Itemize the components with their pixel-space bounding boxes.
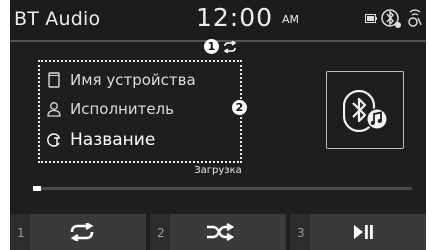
progress-bar-fill xyxy=(33,186,41,191)
callout-marker-1: 1 xyxy=(204,39,219,54)
play-pause-icon xyxy=(354,225,373,239)
clock-time: 12:00 xyxy=(196,3,274,32)
song-title-icon xyxy=(47,133,60,147)
phone-signal-icon xyxy=(408,9,422,27)
person-icon xyxy=(47,102,61,117)
phone-battery-icon xyxy=(365,14,377,23)
repeat-mode-indicator-icon xyxy=(223,41,237,53)
control-bar: 1 2 3 xyxy=(10,214,426,250)
callout-marker-2: 2 xyxy=(232,100,247,115)
clock-ampm: AM xyxy=(282,13,300,26)
device-name-text: Имя устройства xyxy=(70,71,196,89)
status-bar: BT Audio 12:00 AM xyxy=(10,0,426,40)
shuffle-icon xyxy=(207,223,234,241)
button-number-1: 1 xyxy=(17,226,25,240)
bluetooth-music-icon xyxy=(343,90,388,132)
header-divider xyxy=(10,40,426,42)
artist-text: Исполнитель xyxy=(70,100,174,118)
track-info-box: Имя устройства Исполнитель Название xyxy=(38,60,242,163)
title-row: Название xyxy=(46,130,155,150)
phone-device-icon xyxy=(48,72,60,88)
app-title: BT Audio xyxy=(14,8,101,30)
button-number-3: 3 xyxy=(297,226,305,240)
progress-bar[interactable] xyxy=(33,187,412,190)
shuffle-button[interactable]: 2 xyxy=(150,214,286,250)
bluetooth-music-tile xyxy=(326,71,404,149)
bluetooth-audio-status-icon xyxy=(381,9,401,28)
artist-row: Исполнитель xyxy=(46,99,174,119)
repeat-button[interactable]: 1 xyxy=(10,214,146,250)
repeat-icon xyxy=(70,223,94,241)
loading-status-text: Загрузка xyxy=(194,165,242,176)
bt-audio-screen: BT Audio 12:00 AM 1 Имя устройства Испол… xyxy=(10,0,426,250)
play-pause-button[interactable]: 3 xyxy=(290,214,426,250)
song-title-text: Название xyxy=(70,130,156,150)
device-name-row: Имя устройства xyxy=(46,70,196,90)
button-number-2: 2 xyxy=(157,226,165,240)
